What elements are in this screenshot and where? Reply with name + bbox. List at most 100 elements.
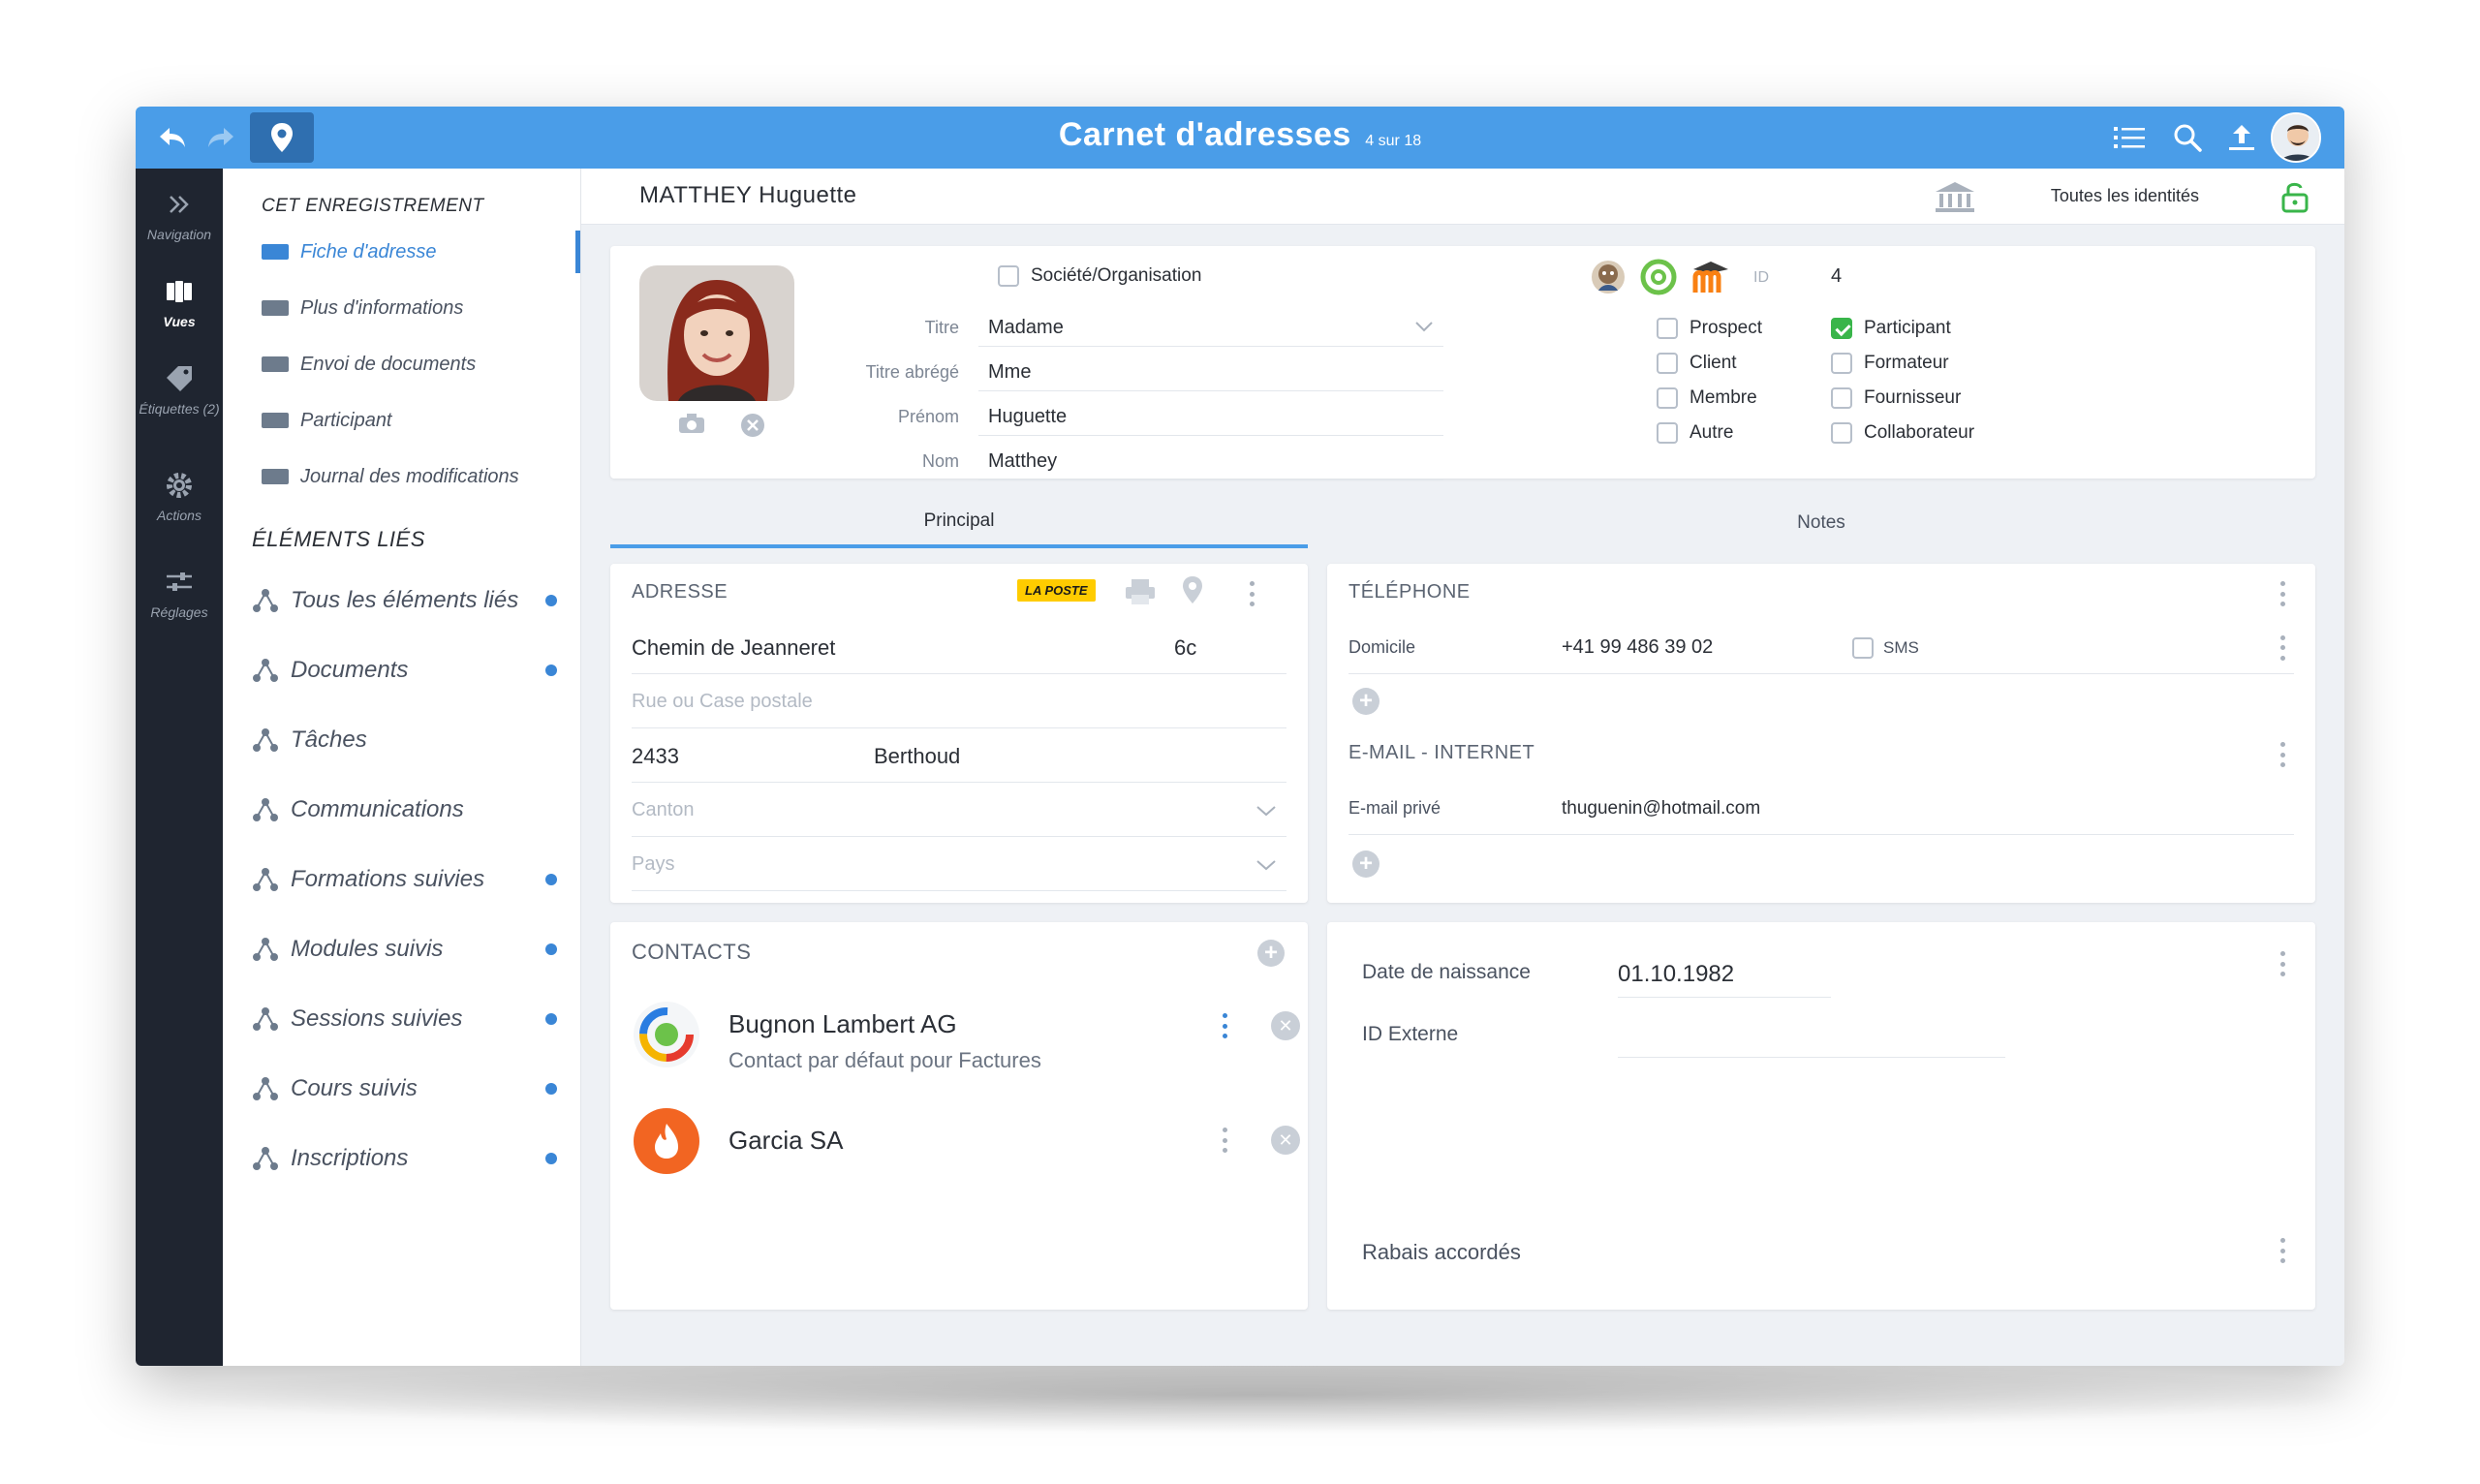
contact-item[interactable]: Bugnon Lambert AG Contact par défaut pou… <box>632 1000 1300 1087</box>
contact-info-card: TÉLÉPHONE Domicile +41 99 486 39 02 SMS … <box>1327 564 2315 903</box>
side-rail: Navigation Vues Étiquettes (2) Actions R… <box>136 169 223 1366</box>
role-checkbox[interactable] <box>1657 353 1678 374</box>
moodle-icon[interactable] <box>1690 260 1732 294</box>
address-card: ADRESSE LA POSTE Chemin de Jeanneret 6c … <box>610 564 1308 903</box>
map-pin-icon[interactable] <box>1182 575 1203 604</box>
role-checkbox[interactable] <box>1657 422 1678 444</box>
zip-city-input[interactable]: 2433 Berthoud <box>632 730 1286 783</box>
profile-photo[interactable] <box>639 265 794 401</box>
rail-settings[interactable]: Réglages <box>136 566 223 620</box>
contact-item[interactable]: Garcia SA ✕ <box>632 1106 1300 1193</box>
email-row: E-mail privé thuguenin@hotmail.com <box>1348 783 2294 835</box>
discount-menu-button[interactable] <box>2280 1238 2286 1263</box>
role-checkbox[interactable] <box>1831 387 1852 409</box>
linked-item-modules[interactable]: Modules suivis <box>252 928 557 971</box>
identity-card: Société/Organisation Titre Madame Titre … <box>610 246 2315 480</box>
discount-label[interactable]: Rabais accordés <box>1362 1240 1521 1265</box>
role-checkbox[interactable] <box>1831 353 1852 374</box>
phone-type[interactable]: Domicile <box>1348 637 1562 658</box>
sync-icon[interactable] <box>1639 258 1678 296</box>
tab-notes[interactable]: Notes <box>1327 498 2315 548</box>
external-id-input[interactable] <box>1618 1011 2005 1058</box>
role-checkbox[interactable] <box>1831 422 1852 444</box>
field-titre: Titre Madame <box>843 308 1443 347</box>
zip-value[interactable]: 2433 <box>632 744 679 769</box>
linked-item-taches[interactable]: Tâches <box>252 719 557 761</box>
phone-row-menu-button[interactable] <box>2280 634 2286 661</box>
titre-select[interactable]: Madame <box>978 308 1443 347</box>
contacts-title: CONTACTS <box>632 940 752 964</box>
nav-participant[interactable]: Participant <box>262 401 561 440</box>
nav-journal-modifications[interactable]: Journal des modifications <box>262 457 561 496</box>
user-avatar[interactable] <box>2271 112 2321 163</box>
linked-item-inscriptions[interactable]: Inscriptions <box>252 1137 557 1180</box>
email-type[interactable]: E-mail privé <box>1348 798 1562 819</box>
linked-item-cours[interactable]: Cours suivis <box>252 1067 557 1110</box>
role-checkbox[interactable] <box>1831 318 1852 339</box>
canton-select[interactable]: Canton <box>632 785 1286 837</box>
linked-item-communications[interactable]: Communications <box>252 788 557 831</box>
street2-input[interactable]: Rue ou Case postale <box>632 676 1286 728</box>
street-number[interactable]: 6c <box>1174 635 1196 661</box>
identities-selector[interactable]: Toutes les identités <box>2051 186 2199 206</box>
extra-menu-button[interactable] <box>2280 951 2286 976</box>
add-contact-button[interactable]: + <box>1257 940 1285 967</box>
titre-abrege-input[interactable]: Mme <box>978 353 1443 391</box>
role-participant[interactable]: Participant <box>1831 318 1951 339</box>
rail-views[interactable]: Vues <box>136 275 223 329</box>
role-prospect[interactable]: Prospect <box>1657 318 1762 339</box>
phone-number[interactable]: +41 99 486 39 02 <box>1562 636 1713 659</box>
contact-menu-button[interactable] <box>1223 1128 1228 1153</box>
email-address[interactable]: thuguenin@hotmail.com <box>1562 798 1760 819</box>
add-email-button[interactable]: + <box>1352 850 1380 878</box>
phone-menu-button[interactable] <box>2280 581 2286 606</box>
la-poste-badge[interactable]: LA POSTE <box>1017 579 1096 602</box>
record-name: MATTHEY Huguette <box>639 182 857 208</box>
country-select[interactable]: Pays <box>632 839 1286 891</box>
email-menu-button[interactable] <box>2280 742 2286 767</box>
remove-contact-button[interactable]: ✕ <box>1271 1126 1300 1155</box>
role-client[interactable]: Client <box>1657 353 1737 374</box>
street-input[interactable]: Chemin de Jeanneret 6c <box>632 622 1286 674</box>
contact-menu-button[interactable] <box>1223 1013 1228 1038</box>
unlocked-icon[interactable] <box>2280 180 2310 213</box>
nom-input[interactable]: Matthey <box>978 442 1443 480</box>
mailchimp-icon[interactable] <box>1589 258 1628 296</box>
bank-icon[interactable] <box>1934 180 1976 213</box>
role-autre[interactable]: Autre <box>1657 422 1733 444</box>
tab-principal[interactable]: Principal <box>610 498 1308 548</box>
role-membre[interactable]: Membre <box>1657 387 1757 409</box>
role-checkbox[interactable] <box>1657 318 1678 339</box>
nav-plus-informations[interactable]: Plus d'informations <box>262 289 561 327</box>
nav-envoi-documents[interactable]: Envoi de documents <box>262 345 561 384</box>
nav-fiche-adresse[interactable]: Fiche d'adresse <box>262 232 561 271</box>
role-collaborateur[interactable]: Collaborateur <box>1831 422 1974 444</box>
list-view-button[interactable] <box>2108 116 2151 159</box>
prenom-input[interactable]: Huguette <box>978 397 1443 436</box>
role-checkbox[interactable] <box>1657 387 1678 409</box>
linked-item-sessions[interactable]: Sessions suivies <box>252 998 557 1040</box>
role-formateur[interactable]: Formateur <box>1831 353 1949 374</box>
linked-item-documents[interactable]: Documents <box>252 649 557 692</box>
sms-checkbox[interactable] <box>1852 636 1874 659</box>
remove-contact-button[interactable]: ✕ <box>1271 1011 1300 1040</box>
titre-value: Madame <box>988 317 1064 338</box>
linked-item-formations[interactable]: Formations suivies <box>252 858 557 901</box>
birth-input[interactable]: 01.10.1982 <box>1618 951 1831 998</box>
printer-icon[interactable] <box>1124 577 1157 606</box>
sms-toggle[interactable]: SMS <box>1852 636 1919 659</box>
export-button[interactable] <box>2220 116 2263 159</box>
organisation-toggle[interactable]: Société/Organisation <box>998 265 1201 287</box>
add-phone-button[interactable]: + <box>1352 688 1380 715</box>
role-fournisseur[interactable]: Fournisseur <box>1831 387 1961 409</box>
city-value[interactable]: Berthoud <box>874 744 960 769</box>
rail-tags[interactable]: Étiquettes (2) <box>136 362 223 417</box>
address-menu-button[interactable] <box>1250 581 1256 606</box>
linked-item-all[interactable]: Tous les éléments liés <box>252 579 557 622</box>
remove-photo-icon[interactable] <box>740 413 765 438</box>
rail-navigation[interactable]: Navigation <box>136 188 223 242</box>
organisation-checkbox[interactable] <box>998 265 1019 287</box>
rail-actions[interactable]: Actions <box>136 469 223 523</box>
search-button[interactable] <box>2166 116 2209 159</box>
camera-icon[interactable] <box>678 413 705 434</box>
